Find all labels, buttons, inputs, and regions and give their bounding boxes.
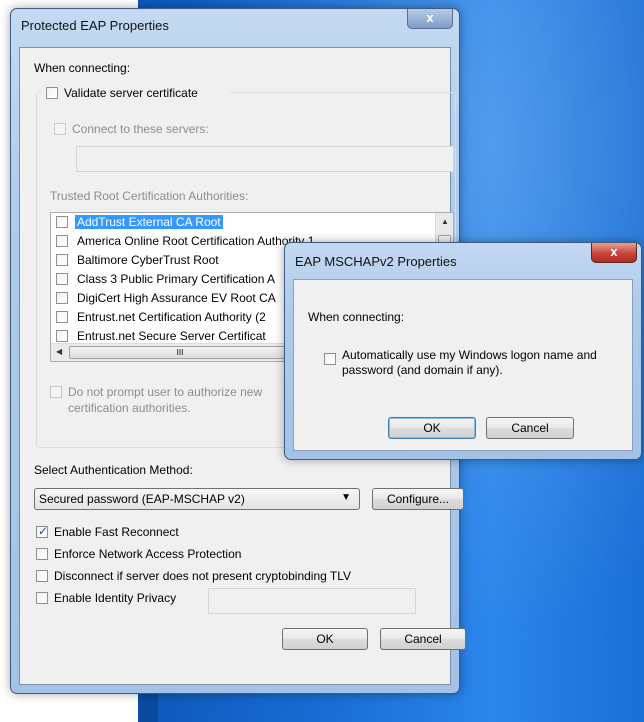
taskbar-edge [138,690,158,722]
cancel-button[interactable]: Cancel [380,628,466,650]
list-item[interactable]: DigiCert High Assurance EV Root CA [51,289,291,308]
mschap-title-bar: EAP MSCHAPv2 Properties x [285,243,641,273]
ca-checkbox[interactable] [56,254,68,266]
validate-cert-label: Validate server certificate [64,86,198,100]
mschap-dialog-title: EAP MSCHAPv2 Properties [295,254,457,269]
close-button[interactable]: x [407,9,453,29]
scroll-thumb-horizontal[interactable]: III [69,346,291,359]
no-prompt-label-line2: certification authorities. [68,401,191,415]
connect-servers-label: Connect to these servers: [72,122,209,136]
checkmark-icon: ✓ [38,524,49,538]
when-connecting-label: When connecting: [34,61,131,75]
nap-label: Enforce Network Access Protection [54,547,242,561]
ca-label: DigiCert High Assurance EV Root CA [77,291,276,305]
validate-cert-checkbox[interactable] [46,87,58,99]
mschapv2-dialog: EAP MSCHAPv2 Properties x When connectin… [284,242,642,460]
list-item[interactable]: Baltimore CyberTrust Root [51,251,291,270]
list-item[interactable]: Class 3 Public Primary Certification A [51,270,291,289]
close-icon: x [426,10,434,25]
auth-method-value: Secured password (EAP-MSCHAP v2) [39,492,245,506]
close-icon: x [610,244,618,259]
ca-label: Entrust.net Secure Server Certificat [77,329,266,343]
auth-method-select[interactable]: Secured password (EAP-MSCHAP v2) ▼ [34,488,360,510]
ca-label: Baltimore CyberTrust Root [77,253,219,267]
ca-checkbox[interactable] [56,311,68,323]
identity-privacy-input[interactable] [208,588,416,614]
ca-label: AddTrust External CA Root [75,215,223,229]
chevron-down-icon: ▼ [341,492,351,503]
scroll-grip-icon: III [176,348,184,357]
list-item[interactable]: Entrust.net Certification Authority (2 [51,308,291,327]
no-prompt-label-line1: Do not prompt user to authorize new [68,385,263,399]
mschap-close-button[interactable]: x [591,243,637,263]
fast-reconnect-checkbox[interactable]: ✓ [36,524,49,538]
identity-privacy-checkbox[interactable] [36,592,48,604]
list-item[interactable]: AddTrust External CA Root [51,213,291,232]
ok-button[interactable]: OK [282,628,368,650]
mschap-when-connecting-label: When connecting: [308,310,405,324]
identity-privacy-label: Enable Identity Privacy [54,591,177,605]
connect-servers-checkbox[interactable] [54,123,66,135]
scroll-left-icon[interactable]: ◀ [56,347,62,356]
ca-checkbox[interactable] [56,292,68,304]
auth-method-label: Select Authentication Method: [34,463,193,477]
servers-input[interactable] [76,146,454,172]
nap-checkbox[interactable] [36,548,48,560]
trusted-root-label: Trusted Root Certification Authorities: [50,189,249,203]
no-prompt-checkbox[interactable] [50,386,62,398]
cryptobinding-checkbox[interactable] [36,570,48,582]
mschap-ok-button[interactable]: OK [388,417,476,439]
validate-cert-header: Validate server certificate [42,84,230,102]
configure-button[interactable]: Configure... [372,488,464,510]
dialog-title: Protected EAP Properties [21,18,169,33]
ca-checkbox[interactable] [56,273,68,285]
cryptobinding-label: Disconnect if server does not present cr… [54,569,352,583]
mschap-cancel-button[interactable]: Cancel [486,417,574,439]
auto-logon-label-line2: password (and domain if any). [342,363,503,377]
scroll-up-icon[interactable]: ▲ [441,217,449,226]
ca-checkbox[interactable] [56,235,68,247]
ca-checkbox[interactable] [56,216,68,228]
auto-logon-label-line1: Automatically use my Windows logon name … [342,348,597,362]
ca-checkbox[interactable] [56,330,68,342]
list-item[interactable]: America Online Root Certification Author… [51,232,314,251]
ca-label: America Online Root Certification Author… [77,234,315,248]
title-bar: Protected EAP Properties x [11,9,459,39]
fast-reconnect-label: Enable Fast Reconnect [54,525,179,539]
ca-label: Entrust.net Certification Authority (2 [77,310,266,324]
ca-label: Class 3 Public Primary Certification A [77,272,276,286]
mschap-dialog-body: When connecting: Automatically use my Wi… [293,279,633,451]
auto-logon-checkbox[interactable] [324,353,336,365]
